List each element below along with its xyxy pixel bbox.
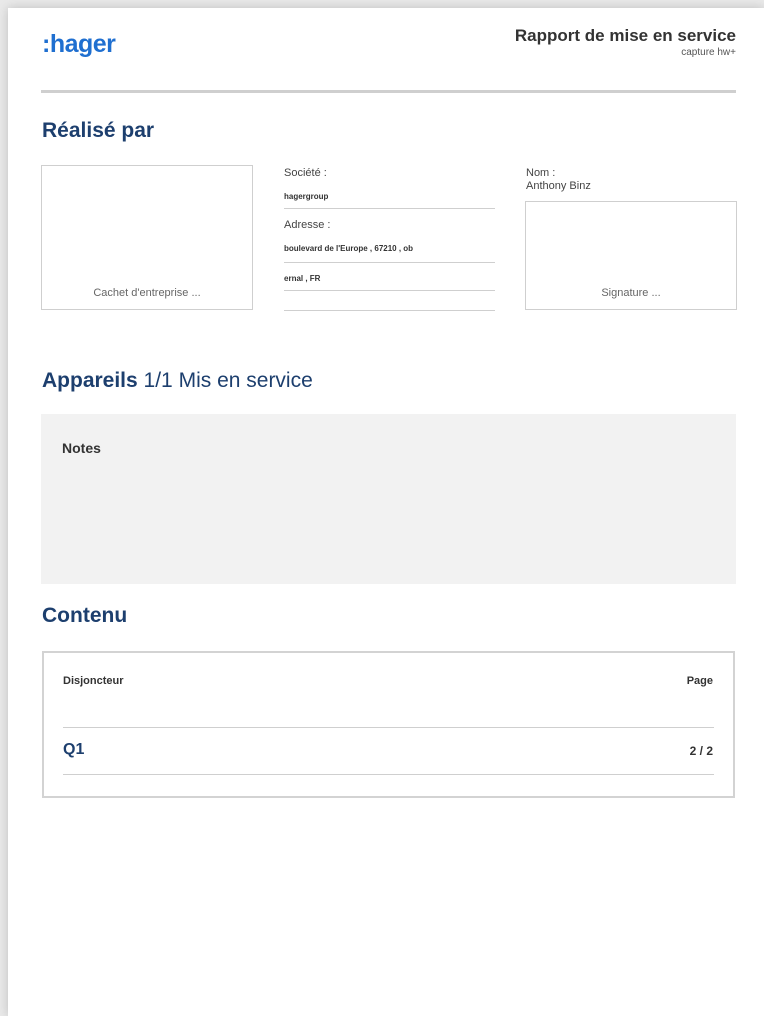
societe-value: hagergroup xyxy=(284,192,329,201)
report-page: :hager Rapport de mise en service captur… xyxy=(8,8,764,1016)
appareils-heading-status: 1/1 Mis en service xyxy=(143,369,313,392)
header-divider xyxy=(41,90,736,93)
stamp-caption: Cachet d'entreprise ... xyxy=(93,287,201,299)
nom-value: Anthony Binz xyxy=(526,180,591,192)
table-row-name: Q1 xyxy=(63,741,85,758)
divider xyxy=(284,262,495,263)
adresse-label: Adresse : xyxy=(284,219,331,231)
report-title: Rapport de mise en service xyxy=(514,26,736,45)
societe-label: Société : xyxy=(284,167,327,179)
notes-label: Notes xyxy=(62,440,101,456)
column-header-disjoncteur: Disjoncteur xyxy=(63,675,124,687)
contents-table: Disjoncteur Page Q1 2 / 2 xyxy=(42,651,735,798)
report-subtitle: capture hw+ xyxy=(681,47,736,58)
nom-label: Nom : xyxy=(526,167,556,179)
adresse-value: boulevard de l'Europe , 67210 , ob xyxy=(284,244,414,253)
appareils-heading: Appareils 1/1 Mis en service xyxy=(42,369,313,393)
table-divider xyxy=(63,774,714,775)
divider xyxy=(284,208,495,209)
appareils-heading-bold: Appareils xyxy=(42,369,138,392)
signature-caption: Signature ... xyxy=(601,287,661,299)
column-header-page: Page xyxy=(686,675,713,687)
realise-par-heading: Réalisé par xyxy=(42,119,155,142)
signature-box: Signature ... xyxy=(525,201,737,310)
report-header: Rapport de mise en service capture hw+ xyxy=(515,26,736,59)
divider xyxy=(284,310,495,311)
contenu-heading: Contenu xyxy=(42,604,128,627)
notes-panel: Notes xyxy=(41,414,736,584)
table-row-page: 2 / 2 xyxy=(689,744,713,758)
company-stamp-box: Cachet d'entreprise ... xyxy=(41,165,253,310)
divider xyxy=(284,290,495,291)
hager-logo: :hager xyxy=(42,30,116,58)
table-divider xyxy=(63,727,714,728)
adresse-value-2: ernal , FR xyxy=(284,274,321,283)
